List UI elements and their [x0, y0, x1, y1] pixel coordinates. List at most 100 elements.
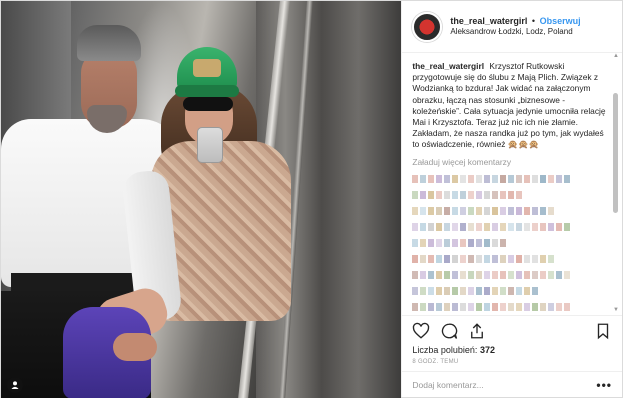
- pixel-block: [468, 270, 475, 279]
- instagram-post: the_real_watergirl • Obserwuj Aleksandro…: [0, 0, 623, 398]
- sunglasses: [183, 97, 233, 111]
- pixel-block: [484, 302, 491, 311]
- pixel-block: [524, 174, 531, 183]
- pixel-block: [564, 174, 571, 183]
- comment-input[interactable]: [412, 379, 597, 390]
- pixel-block: [532, 270, 539, 279]
- pixel-block: [436, 238, 443, 247]
- pixel-block: [468, 286, 475, 295]
- pixel-block: [516, 270, 523, 279]
- avatar[interactable]: [412, 11, 443, 42]
- comments-area[interactable]: the_real_watergirl Krzysztof Rutkowski p…: [402, 53, 622, 315]
- pixel-block: [516, 286, 523, 295]
- pixel-block: [516, 174, 523, 183]
- pixel-block: [564, 302, 571, 311]
- pixel-block: [500, 222, 507, 231]
- location-link[interactable]: Aleksandrow Łodzki, Lodz, Poland: [450, 27, 580, 37]
- blurred-comment-row: [412, 206, 610, 215]
- pixel-block: [444, 190, 451, 199]
- pixel-block: [444, 254, 451, 263]
- pixel-block: [460, 174, 467, 183]
- pixel-block: [460, 206, 467, 215]
- pixel-block: [484, 254, 491, 263]
- smartphone: [197, 127, 223, 163]
- pixel-block: [412, 190, 419, 199]
- blurred-comment-row: [412, 254, 610, 263]
- header-info: the_real_watergirl • Obserwuj Aleksandro…: [450, 16, 580, 37]
- likes-label: Liczba polubień:: [412, 345, 478, 355]
- pixel-block: [476, 270, 483, 279]
- pixel-block: [444, 206, 451, 215]
- more-options-icon[interactable]: •••: [596, 378, 612, 392]
- user-tag-icon[interactable]: [7, 377, 23, 393]
- pixel-block: [492, 206, 499, 215]
- pixel-block: [420, 286, 427, 295]
- comment-icon[interactable]: [440, 322, 458, 340]
- pixel-block: [532, 254, 539, 263]
- scroll-down-icon[interactable]: ▼: [613, 307, 619, 313]
- pixel-block: [508, 302, 515, 311]
- pixel-block: [444, 302, 451, 311]
- pixel-block: [476, 222, 483, 231]
- pixel-block: [484, 174, 491, 183]
- pixel-block: [476, 238, 483, 247]
- pixel-block: [476, 174, 483, 183]
- pixel-block: [516, 302, 523, 311]
- pixel-block: [508, 206, 515, 215]
- pixel-block: [428, 206, 435, 215]
- pixel-block: [436, 190, 443, 199]
- pixel-block: [532, 286, 539, 295]
- caption-username[interactable]: the_real_watergirl: [412, 61, 484, 71]
- post-photo[interactable]: [1, 1, 402, 398]
- add-comment-bar: •••: [402, 371, 622, 397]
- pixel-block: [516, 190, 523, 199]
- pixel-block: [484, 190, 491, 199]
- pixel-block: [476, 206, 483, 215]
- pixel-block: [524, 206, 531, 215]
- pixel-block: [532, 174, 539, 183]
- likes-count[interactable]: Liczba polubień: 372: [402, 345, 622, 355]
- pixel-block: [492, 222, 499, 231]
- pixel-block: [420, 190, 427, 199]
- pixel-block: [412, 222, 419, 231]
- pixel-block: [540, 174, 547, 183]
- pixel-block: [428, 286, 435, 295]
- pixel-block: [524, 222, 531, 231]
- pixel-block: [564, 222, 571, 231]
- pixel-block: [420, 254, 427, 263]
- pixel-block: [556, 222, 563, 231]
- pixel-block: [516, 254, 523, 263]
- pixel-block: [412, 302, 419, 311]
- post-header: the_real_watergirl • Obserwuj Aleksandro…: [402, 1, 622, 53]
- pixel-block: [468, 222, 475, 231]
- follow-button[interactable]: Obserwuj: [540, 16, 581, 26]
- pixel-block: [420, 174, 427, 183]
- pixel-block: [540, 254, 547, 263]
- pixel-block: [492, 238, 499, 247]
- load-more-comments[interactable]: Załaduj więcej komentarzy: [412, 157, 610, 167]
- blurred-comment-row: [412, 270, 610, 279]
- pixel-block: [444, 286, 451, 295]
- pixel-block: [436, 174, 443, 183]
- share-icon[interactable]: [468, 322, 486, 340]
- pixel-block: [420, 222, 427, 231]
- pixel-block: [484, 206, 491, 215]
- scrollbar[interactable]: [613, 93, 618, 213]
- caption-text: Krzysztof Rutkowski przygotowuje się do …: [412, 61, 606, 150]
- pixel-block: [524, 254, 531, 263]
- pixel-block: [428, 270, 435, 279]
- bookmark-icon[interactable]: [594, 322, 612, 340]
- heart-icon[interactable]: [412, 322, 430, 340]
- pixel-block: [500, 206, 507, 215]
- username-link[interactable]: the_real_watergirl: [450, 16, 527, 26]
- pixel-block: [468, 302, 475, 311]
- pixel-block: [412, 206, 419, 215]
- pixel-block: [412, 270, 419, 279]
- scroll-up-icon[interactable]: ▲: [613, 53, 619, 59]
- pixel-block: [436, 206, 443, 215]
- pixel-block: [500, 190, 507, 199]
- pixel-block: [524, 302, 531, 311]
- post-timestamp: 8 GODZ. TEMU: [412, 359, 459, 365]
- cap-patch: [193, 59, 221, 77]
- pixel-block: [460, 302, 467, 311]
